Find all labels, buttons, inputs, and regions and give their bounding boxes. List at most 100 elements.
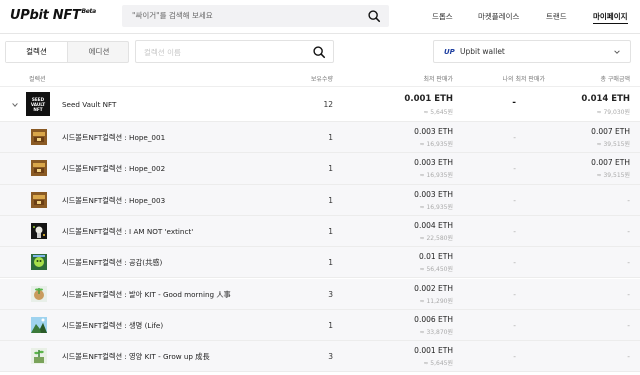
nft-name[interactable]: 시드볼트NFT컬렉션 : Hope_002 <box>62 164 165 174</box>
nft-my-price: - <box>513 352 516 362</box>
col-header-lowest-price: 최저 판매가 <box>423 76 453 83</box>
nft-lowest-price-krw: ≈ 16,935원 <box>419 141 453 148</box>
collection-filter-input[interactable]: 컬렉션 이름 <box>144 47 181 58</box>
collection-name[interactable]: Seed Vault NFT <box>62 100 116 109</box>
collection-total-krw: ≈ 79,030원 <box>596 109 630 116</box>
nft-qty: 1 <box>328 226 333 236</box>
nft-total: - <box>627 352 630 362</box>
nft-row[interactable]: 시드볼트NFT컬렉션 : 공감(共感) 1 0.01 ETH ≈ 56,450원 - - <box>0 247 640 279</box>
nft-my-price: - <box>513 320 516 330</box>
collection-qty: 12 <box>323 100 333 109</box>
nft-thumbnail <box>31 285 47 302</box>
nft-lowest-price: 0.01 ETH <box>418 252 453 262</box>
nft-total: - <box>627 195 630 205</box>
nft-lowest-price-krw: ≈ 16,935원 <box>419 203 453 211</box>
nft-row[interactable]: 시드볼트NFT컬렉션 : Hope_002 1 0.003 ETH ≈ 16,935원… <box>0 153 640 185</box>
nft-lowest-price-krw: ≈ 33,870원 <box>419 328 453 336</box>
nft-artwork <box>31 348 47 365</box>
nft-artwork <box>31 222 47 239</box>
nft-row[interactable]: 시드볼트NFT컬렉션 : 영양 KIT - Grow up 成長 3 0.001 E… <box>0 341 640 373</box>
collection-filter[interactable]: 컬렉션 이름 <box>135 40 334 63</box>
upbit-nft-logo[interactable]: UPbit NFTBeta <box>10 8 96 23</box>
nft-total: - <box>627 226 630 236</box>
nft-artwork <box>31 254 47 271</box>
tab-collection[interactable]: 컬렉션 <box>6 42 68 62</box>
nft-my-price: - <box>513 289 516 299</box>
nft-artwork <box>31 191 47 208</box>
nft-lowest-price-krw: ≈ 56,450원 <box>419 266 453 274</box>
nft-total: - <box>627 258 630 268</box>
nft-total: - <box>627 320 630 330</box>
collection-lowest-price-krw: ≈ 5,645원 <box>423 109 453 116</box>
nft-lowest-price: 0.006 ETH <box>414 314 453 324</box>
wallet-name: Upbit wallet <box>460 47 505 56</box>
nft-name[interactable]: 시드볼트NFT컬렉션 : 발아 KIT - Good morning 人事 <box>62 290 231 300</box>
nav-trend[interactable]: 트랜드 <box>546 11 567 22</box>
nft-row[interactable]: 시드볼트NFT컬렉션 : Hope_001 1 0.003 ETH ≈ 16,935원… <box>0 122 640 154</box>
global-search[interactable]: "싸이거"를 검색해 보세요 <box>122 5 389 27</box>
nft-lowest-price: 0.003 ETH <box>414 158 453 168</box>
nft-lowest-price: 0.001 ETH <box>414 346 453 356</box>
nft-lowest-price-krw: ≈ 11,290원 <box>419 297 453 305</box>
nav-drops[interactable]: 드롭스 <box>432 11 453 22</box>
nft-row[interactable]: 시드볼트NFT컬렉션 : Hope_003 1 0.003 ETH ≈ 16,935원… <box>0 184 640 216</box>
nft-total: 0.007 ETH <box>591 158 630 168</box>
wallet-select[interactable]: UP Upbit wallet <box>433 40 631 63</box>
nft-total-krw: ≈ 39,515원 <box>596 141 630 148</box>
nft-thumbnail <box>31 222 47 239</box>
nft-name[interactable]: 시드볼트NFT컬렉션 : 영양 KIT - Grow up 成長 <box>62 352 210 362</box>
nft-lowest-price: 0.002 ETH <box>414 283 453 293</box>
nft-total: 0.007 ETH <box>591 127 630 136</box>
nft-row[interactable]: 시드볼트NFT컬렉션 : 생명 (Life) 1 0.006 ETH ≈ 33,870… <box>0 309 640 342</box>
view-toggle: 컬렉션 에디션 <box>5 41 129 63</box>
chevron-down-icon <box>614 50 620 54</box>
nft-name[interactable]: 시드볼트NFT컬렉션 : 생명 (Life) <box>62 321 163 331</box>
global-search-input[interactable]: "싸이거"를 검색해 보세요 <box>132 10 213 21</box>
nft-name[interactable]: 시드볼트NFT컬렉션 : Hope_003 <box>62 196 165 206</box>
nft-total: - <box>627 289 630 299</box>
nft-my-price: - <box>513 195 516 205</box>
collection-lowest-price: 0.001 ETH <box>404 94 453 104</box>
nft-thumbnail <box>31 191 47 208</box>
col-header-qty: 보유수량 <box>310 76 333 83</box>
nft-thumbnail <box>31 316 47 333</box>
nft-qty: 1 <box>328 258 333 268</box>
chevron-down-icon[interactable] <box>11 101 19 109</box>
nft-thumbnail <box>31 129 47 145</box>
nft-thumbnail <box>31 348 47 365</box>
nft-row[interactable]: 시드볼트NFT컬렉션 : I AM NOT 'extinct' 1 0.004 ET… <box>0 215 640 248</box>
nft-name[interactable]: 시드볼트NFT컬렉션 : I AM NOT 'extinct' <box>62 227 193 237</box>
nft-artwork <box>31 129 47 145</box>
nft-lowest-price: 0.004 ETH <box>414 220 453 230</box>
search-icon[interactable] <box>367 9 381 23</box>
search-icon[interactable] <box>312 45 326 59</box>
nft-my-price: - <box>513 258 516 268</box>
nft-name[interactable]: 시드볼트NFT컬렉션 : 공감(共感) <box>62 258 162 268</box>
nft-thumbnail <box>31 254 47 271</box>
col-header-total: 총 구매금액 <box>600 76 630 83</box>
nft-qty: 1 <box>328 133 333 142</box>
nft-total-krw: ≈ 39,515원 <box>596 172 630 180</box>
nft-row[interactable]: 시드볼트NFT컬렉션 : 발아 KIT - Good morning 人事 3 0.… <box>0 278 640 310</box>
nft-lowest-price: 0.003 ETH <box>414 127 453 136</box>
nft-lowest-price-krw: ≈ 22,580원 <box>419 234 453 242</box>
nft-qty: 1 <box>328 195 333 205</box>
nft-my-price: - <box>513 133 516 142</box>
nft-qty: 1 <box>328 164 333 174</box>
nft-qty: 3 <box>328 289 333 299</box>
nft-my-price: - <box>513 164 516 174</box>
nft-name[interactable]: 시드볼트NFT컬렉션 : Hope_001 <box>62 133 165 143</box>
nft-lowest-price: 0.003 ETH <box>414 189 453 199</box>
tab-edition[interactable]: 에디션 <box>68 42 130 62</box>
upbit-wallet-icon: UP <box>444 48 455 56</box>
nft-my-price: - <box>513 226 516 236</box>
nft-artwork <box>31 316 47 333</box>
collection-total: 0.014 ETH <box>581 94 630 104</box>
col-header-my-lowest-price: 나의 최저 판매가 <box>502 76 545 83</box>
nav-marketplace[interactable]: 마켓플레이스 <box>478 11 519 22</box>
nft-artwork <box>31 160 47 177</box>
collection-row[interactable]: SEED VAULT NFT Seed Vault NFT 12 0.001 E… <box>0 87 640 122</box>
nft-lowest-price-krw: ≈ 16,935원 <box>419 172 453 180</box>
top-header: UPbit NFTBeta "싸이거"를 검색해 보세요 드롭스 마켓플레이스 … <box>0 0 640 34</box>
nav-mypage[interactable]: 마이페이지 <box>593 11 628 24</box>
